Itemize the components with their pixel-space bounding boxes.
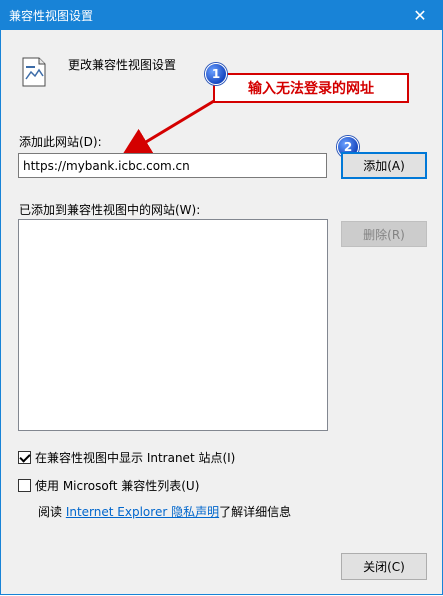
- header-text: 更改兼容性视图设置: [68, 58, 177, 72]
- ms-list-label: 使用 Microsoft 兼容性列表(U): [35, 479, 200, 493]
- ms-list-option[interactable]: 使用 Microsoft 兼容性列表(U): [18, 477, 199, 494]
- add-site-label: 添加此网站(D):: [19, 135, 102, 149]
- privacy-prefix: 阅读: [38, 505, 66, 519]
- step-1-badge: 1: [205, 63, 227, 85]
- add-button[interactable]: 添加(A): [341, 152, 427, 179]
- ms-list-checkbox[interactable]: [18, 479, 31, 492]
- compat-view-dialog: 兼容性视图设置 ✕ 更改兼容性视图设置 输入无法登录的网址 1 添加此网站(D)…: [0, 0, 443, 595]
- show-intranet-checkbox[interactable]: [18, 451, 31, 464]
- privacy-link[interactable]: Internet Explorer 隐私声明: [66, 505, 219, 519]
- title-bar[interactable]: 兼容性视图设置 ✕: [1, 1, 442, 30]
- annotation-callout: 输入无法登录的网址: [213, 73, 409, 103]
- close-button[interactable]: 关闭(C): [341, 553, 427, 580]
- remove-button[interactable]: 删除(R): [341, 221, 427, 247]
- site-list[interactable]: [18, 219, 328, 431]
- close-icon[interactable]: ✕: [398, 1, 442, 30]
- settings-page-icon: [22, 57, 46, 87]
- window-title: 兼容性视图设置: [9, 9, 94, 23]
- site-list-label: 已添加到兼容性视图中的网站(W):: [19, 203, 201, 217]
- show-intranet-option[interactable]: 在兼容性视图中显示 Intranet 站点(I): [18, 449, 235, 466]
- show-intranet-label: 在兼容性视图中显示 Intranet 站点(I): [35, 451, 236, 465]
- privacy-suffix: 了解详细信息: [219, 505, 292, 519]
- privacy-row: 阅读 Internet Explorer 隐私声明了解详细信息: [38, 503, 291, 520]
- add-site-input[interactable]: [18, 153, 327, 178]
